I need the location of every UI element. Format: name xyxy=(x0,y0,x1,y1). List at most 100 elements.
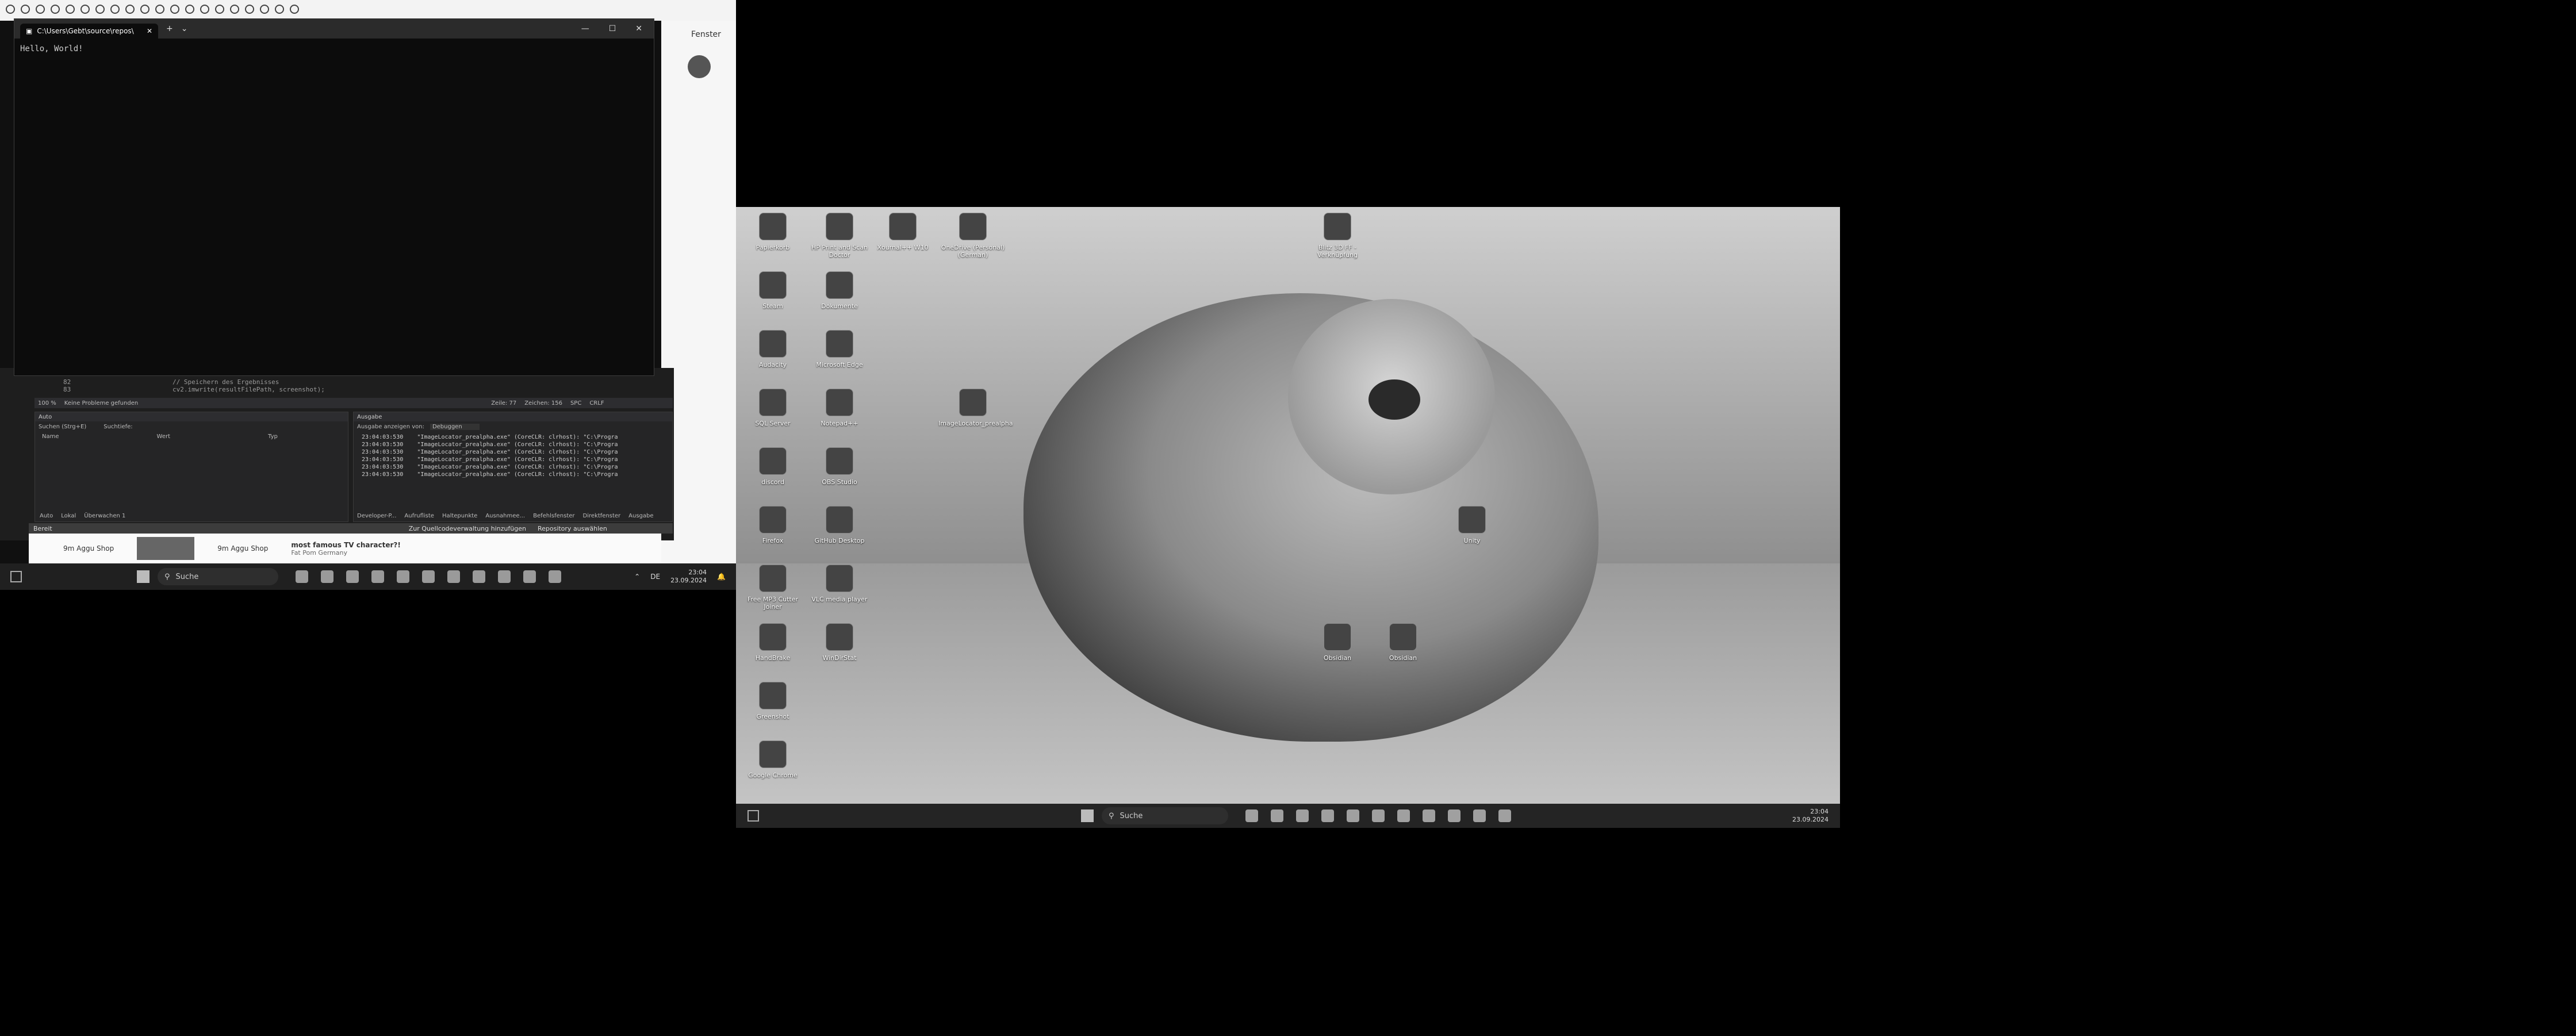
chrome-icon[interactable] xyxy=(498,570,511,583)
tab-icon[interactable] xyxy=(290,5,299,14)
desktop-icon[interactable]: Greenshot xyxy=(738,682,807,720)
tab-icon[interactable] xyxy=(245,5,254,14)
desktop-icon[interactable]: Free MP3 Cutter Joiner xyxy=(738,565,807,611)
tab-local[interactable]: Lokal xyxy=(61,513,76,519)
edge-icon[interactable] xyxy=(1347,809,1359,822)
desktop-icon[interactable]: GitHub Desktop xyxy=(805,506,874,544)
new-tab-button[interactable]: + xyxy=(166,24,173,33)
folder-icon[interactable] xyxy=(1321,809,1334,822)
tab-icon[interactable] xyxy=(36,5,45,14)
col-value[interactable]: Wert xyxy=(157,433,171,440)
desktop-icon[interactable]: Dokumente xyxy=(805,271,874,310)
desktop-icon[interactable]: Obsidian xyxy=(1303,623,1372,662)
language-indicator[interactable]: DE xyxy=(650,573,660,581)
desktop-icon[interactable]: Google Chrome xyxy=(738,740,807,779)
start-icon[interactable] xyxy=(1081,809,1094,822)
folder-icon[interactable] xyxy=(371,570,384,583)
tab-icon[interactable] xyxy=(21,5,30,14)
repository-button[interactable]: Repository auswählen xyxy=(538,525,607,532)
notification-icon[interactable]: 🔔 xyxy=(717,573,726,581)
notepad-icon[interactable] xyxy=(1423,809,1435,822)
video-channel[interactable]: Fat Pom Germany xyxy=(291,549,401,557)
tab-icon[interactable] xyxy=(6,5,15,14)
tab-icon[interactable] xyxy=(125,5,135,14)
start-icon[interactable] xyxy=(137,570,150,583)
close-tab-icon[interactable]: ✕ xyxy=(147,27,152,35)
store-icon[interactable] xyxy=(1271,809,1283,822)
clock[interactable]: 23:04 23.09.2024 xyxy=(1792,808,1840,824)
tab-icon[interactable] xyxy=(80,5,90,14)
zoom-level[interactable]: 100 % xyxy=(38,400,56,406)
clock[interactable]: 23:04 23.09.2024 xyxy=(670,569,707,585)
tab-icon[interactable] xyxy=(155,5,164,14)
file-explorer-icon[interactable] xyxy=(296,570,308,583)
tab-breakpoints[interactable]: Haltepunkte xyxy=(442,513,477,519)
output-source-select[interactable]: Debuggen xyxy=(430,424,480,430)
avatar[interactable] xyxy=(688,55,711,78)
tab-icon[interactable] xyxy=(215,5,224,14)
desktop-icon[interactable]: OneDrive (Personal) (German) xyxy=(938,213,1007,259)
teams-icon[interactable] xyxy=(346,570,359,583)
desktop-icon[interactable]: Papierkorb xyxy=(738,213,807,251)
desktop-icon[interactable]: HP Print and Scan Doctor xyxy=(805,213,874,259)
browser-tabs[interactable] xyxy=(0,5,299,18)
col-name[interactable]: Name xyxy=(42,433,59,440)
desktop-icon[interactable]: ImageLocator_prealpha xyxy=(938,389,1013,427)
desktop-icon[interactable]: OBS Studio xyxy=(805,447,874,486)
desktop-icon[interactable]: discord xyxy=(738,447,807,486)
whitespace-mode[interactable]: SPC xyxy=(570,400,581,406)
visual-studio-icon[interactable] xyxy=(1473,809,1486,822)
tab-icon[interactable] xyxy=(51,5,60,14)
taskbar-search[interactable]: ⚲ Suche xyxy=(1102,807,1228,824)
source-control-button[interactable]: Zur Quellcodeverwaltung hinzufügen xyxy=(409,525,526,532)
terminal-tab[interactable]: ▣ C:\Users\Gebt\source\repos\ ✕ xyxy=(20,24,158,39)
tab-icon[interactable] xyxy=(230,5,239,14)
chevron-up-icon[interactable]: ⌃ xyxy=(634,573,640,581)
minimize-button[interactable]: — xyxy=(581,24,589,33)
shop-link[interactable]: 9m Aggu Shop xyxy=(217,544,268,552)
tab-output[interactable]: Ausgabe xyxy=(628,513,653,519)
col-type[interactable]: Typ xyxy=(268,433,278,440)
tab-command[interactable]: Befehlsfenster xyxy=(533,513,574,519)
chrome-icon[interactable] xyxy=(1448,809,1460,822)
desktop-icon[interactable]: WinDirStat xyxy=(805,623,874,662)
edge-icon[interactable] xyxy=(397,570,409,583)
desktop-icon[interactable]: VLC media player xyxy=(805,565,874,603)
visual-studio-icon[interactable] xyxy=(523,570,536,583)
desktop-icon[interactable]: HandBrake xyxy=(738,623,807,662)
output-text[interactable]: 23:04:03:530 "ImageLocator_prealpha.exe"… xyxy=(354,432,672,479)
tab-dropdown-icon[interactable]: ⌄ xyxy=(181,24,188,33)
tab-exceptions[interactable]: Ausnahmee... xyxy=(485,513,525,519)
code-area[interactable]: // Speichern des Ergebnisses cv2.imwrite… xyxy=(172,378,325,393)
maximize-button[interactable]: ☐ xyxy=(609,24,616,33)
terminal-taskbar-icon[interactable] xyxy=(549,570,561,583)
widgets-icon[interactable] xyxy=(747,810,759,822)
tab-icon[interactable] xyxy=(110,5,120,14)
app-icon[interactable] xyxy=(1397,809,1410,822)
obs-icon[interactable] xyxy=(1372,809,1385,822)
line-ending[interactable]: CRLF xyxy=(589,400,604,406)
tab-icon[interactable] xyxy=(66,5,75,14)
desktop-icon[interactable]: Firefox xyxy=(738,506,807,544)
app-icon[interactable] xyxy=(447,570,460,583)
desktop-icon[interactable]: Steam xyxy=(738,271,807,310)
close-button[interactable]: ✕ xyxy=(635,24,642,33)
tab-icon[interactable] xyxy=(200,5,209,14)
problems-indicator[interactable]: Keine Probleme gefunden xyxy=(64,400,138,406)
tab-icon[interactable] xyxy=(260,5,269,14)
video-thumbnail[interactable] xyxy=(137,537,195,560)
desktop-icon[interactable]: Notepad++ xyxy=(805,389,874,427)
terminal-titlebar[interactable]: ▣ C:\Users\Gebt\source\repos\ ✕ + ⌄ — ☐ … xyxy=(14,19,654,39)
tab-icon[interactable] xyxy=(95,5,105,14)
store-icon[interactable] xyxy=(321,570,334,583)
tab-icon[interactable] xyxy=(170,5,179,14)
tab-callstack[interactable]: Aufrufliste xyxy=(404,513,434,519)
desktop-icon[interactable]: Xournal++ W10 xyxy=(868,213,937,251)
tab-immediate[interactable]: Direktfenster xyxy=(583,513,621,519)
shop-link[interactable]: 9m Aggu Shop xyxy=(63,544,114,552)
widgets-icon[interactable] xyxy=(10,571,22,582)
notepad-icon[interactable] xyxy=(473,570,485,583)
autos-search-input[interactable]: Suchen (Strg+E) xyxy=(39,424,86,430)
tab-icon[interactable] xyxy=(275,5,284,14)
desktop-icon[interactable]: Obsidian xyxy=(1368,623,1438,662)
